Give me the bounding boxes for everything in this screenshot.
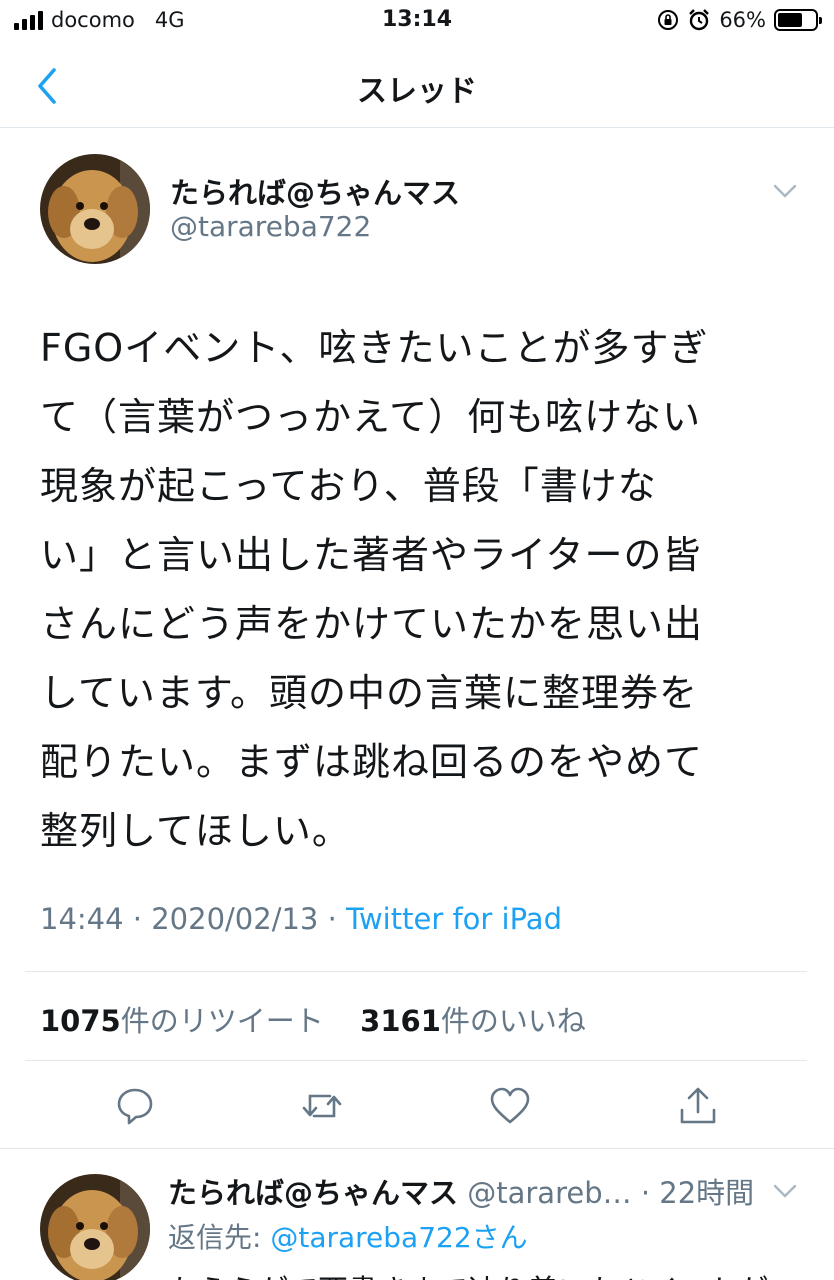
- display-name[interactable]: たられば@ちゃんマス: [170, 170, 460, 212]
- reply-text-preview: たえらがて西書きまで辿り着いたツイートが: [168, 1266, 768, 1280]
- battery-icon: [774, 9, 822, 31]
- likes-stat[interactable]: 3161件のいいね: [360, 1004, 586, 1038]
- status-right: 66%: [657, 8, 822, 32]
- reply-tweet[interactable]: たられば@ちゃんマス @tarareb… · 22時間 返信先: @tarare…: [0, 1148, 834, 1280]
- reply-to-line: 返信先: @tarareba722さん: [168, 1216, 528, 1256]
- alarm-icon: [689, 9, 710, 31]
- divider: [25, 1060, 807, 1061]
- reply-icon[interactable]: [113, 1084, 157, 1128]
- reply-display-name[interactable]: たられば@ちゃんマス: [168, 1176, 458, 1210]
- tweet-actions: [0, 1078, 834, 1134]
- reply-time: · 22時間: [631, 1176, 755, 1210]
- battery-fill: [778, 13, 802, 27]
- orientation-lock-icon: [658, 10, 679, 30]
- user-handle[interactable]: @tarareba722: [170, 210, 371, 243]
- tweet-source-link[interactable]: Twitter for iPad: [346, 902, 562, 936]
- chevron-down-icon[interactable]: [770, 1180, 800, 1202]
- reply-handle[interactable]: @tarareb…: [458, 1176, 631, 1210]
- avatar[interactable]: [40, 1174, 150, 1280]
- page-title: スレッド: [357, 74, 477, 109]
- avatar-dog-image: [40, 1174, 150, 1280]
- status-bar: docomo 4G 13:14 66%: [0, 0, 834, 44]
- reply-to-handle-link[interactable]: @tarareba722さん: [270, 1221, 527, 1254]
- nav-bar: スレッド: [0, 48, 834, 128]
- tweet-stats: 1075件のいいね件のリツイート 3161件のいいね: [40, 998, 586, 1040]
- tweet-date: 2020/02/13: [151, 902, 319, 936]
- share-icon[interactable]: [676, 1084, 720, 1128]
- retweet-icon[interactable]: [300, 1084, 344, 1128]
- tweet-text: FGOイベント、呟きたいことが多すぎ て（言葉がつっかえて）何も呟けない 現象が…: [40, 326, 709, 853]
- tweet-meta: 14:44 · 2020/02/13 · Twitter for iPad: [40, 902, 562, 936]
- divider: [25, 971, 807, 972]
- avatar-dog-image: [40, 154, 150, 264]
- heart-icon[interactable]: [488, 1084, 532, 1128]
- reply-to-label: 返信先:: [168, 1221, 271, 1254]
- battery-percent: 66%: [719, 8, 766, 32]
- avatar[interactable]: [40, 154, 150, 264]
- chevron-down-icon[interactable]: [770, 180, 800, 202]
- tweet-time: 14:44: [40, 902, 124, 936]
- retweets-stat[interactable]: 1075件のいいね件のリツイート: [40, 1004, 324, 1038]
- reply-header: たられば@ちゃんマス @tarareb… · 22時間: [168, 1170, 754, 1212]
